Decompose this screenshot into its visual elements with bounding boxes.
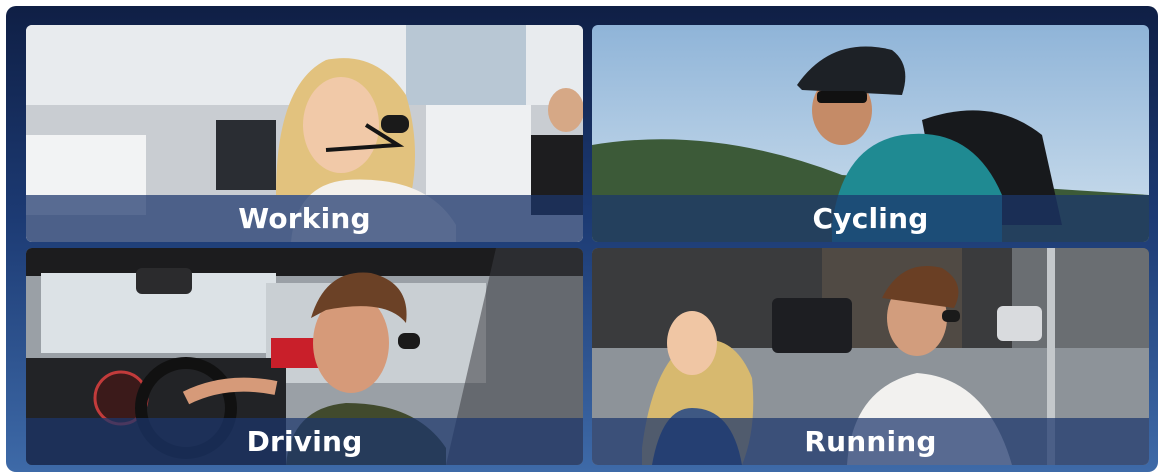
label-bar: Cycling: [592, 195, 1149, 242]
panel-cycling: Cycling: [592, 25, 1149, 242]
panel-driving: Driving: [26, 248, 583, 465]
scenario-grid: Working Cycling Driving Running: [6, 6, 1158, 472]
panel-label: Working: [238, 202, 371, 235]
panel-label: Driving: [246, 425, 363, 458]
panel-working: Working: [26, 25, 583, 242]
panel-label: Running: [804, 425, 937, 458]
label-bar: Running: [592, 418, 1149, 465]
panel-running: Running: [592, 248, 1149, 465]
label-bar: Working: [26, 195, 583, 242]
panel-label: Cycling: [812, 202, 929, 235]
label-bar: Driving: [26, 418, 583, 465]
